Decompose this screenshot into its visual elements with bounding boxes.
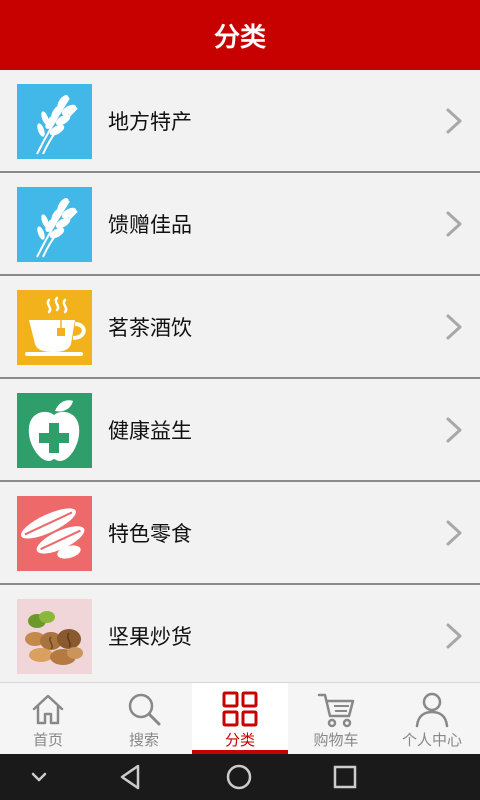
wheat-icon	[17, 187, 92, 262]
category-row-nuts[interactable]: 坚果炒货	[0, 585, 480, 682]
tab-profile[interactable]: 个人中心	[384, 683, 480, 754]
category-list: 地方特产 馈赠佳品 茗茶酒饮 健康益生 特色零食 坚果炒货	[0, 70, 480, 682]
category-label: 特色零食	[108, 521, 192, 546]
chevron-right-icon	[446, 314, 462, 340]
category-row-local-specialties[interactable]: 地方特产	[0, 70, 480, 173]
nuts-photo	[17, 599, 92, 674]
app-header: 分类	[0, 0, 480, 70]
search-icon	[128, 693, 161, 726]
category-row-snacks[interactable]: 特色零食	[0, 482, 480, 585]
category-label: 坚果炒货	[108, 624, 192, 649]
chevron-right-icon	[446, 623, 462, 649]
apple-cross-icon	[17, 393, 92, 468]
category-label: 健康益生	[108, 418, 192, 443]
back-icon[interactable]	[116, 762, 146, 792]
wheat-icon	[17, 84, 92, 159]
recents-icon[interactable]	[330, 762, 360, 792]
chevron-right-icon	[446, 520, 462, 546]
user-icon	[415, 692, 449, 728]
bottom-tab-bar: 首页 搜索 分类 购物车 个人中心	[0, 682, 480, 754]
teacup-icon	[17, 290, 92, 365]
category-label: 茗茶酒饮	[108, 315, 192, 340]
category-row-health[interactable]: 健康益生	[0, 379, 480, 482]
collapse-icon[interactable]	[24, 762, 54, 792]
home-icon	[32, 694, 64, 725]
tab-cart[interactable]: 购物车	[288, 683, 384, 754]
chevron-right-icon	[446, 417, 462, 443]
tab-label: 首页	[32, 731, 63, 749]
system-navigation-bar	[0, 754, 480, 800]
seeds-icon	[17, 496, 92, 571]
tab-label: 分类	[224, 731, 255, 749]
chevron-right-icon	[446, 108, 462, 134]
chevron-right-icon	[446, 211, 462, 237]
category-row-tea-drinks[interactable]: 茗茶酒饮	[0, 276, 480, 379]
tab-category[interactable]: 分类	[192, 683, 288, 754]
tab-label: 个人中心	[401, 731, 462, 749]
category-label: 地方特产	[108, 109, 192, 134]
tab-home[interactable]: 首页	[0, 683, 96, 754]
category-label: 馈赠佳品	[108, 212, 192, 237]
category-grid-icon	[222, 691, 258, 727]
cart-icon	[317, 693, 355, 728]
tab-search[interactable]: 搜索	[96, 683, 192, 754]
tab-label: 购物车	[313, 731, 359, 749]
page-title: 分类	[213, 22, 266, 53]
category-row-gifts[interactable]: 馈赠佳品	[0, 173, 480, 276]
tab-label: 搜索	[128, 731, 159, 749]
home-circle-icon[interactable]	[224, 762, 254, 792]
